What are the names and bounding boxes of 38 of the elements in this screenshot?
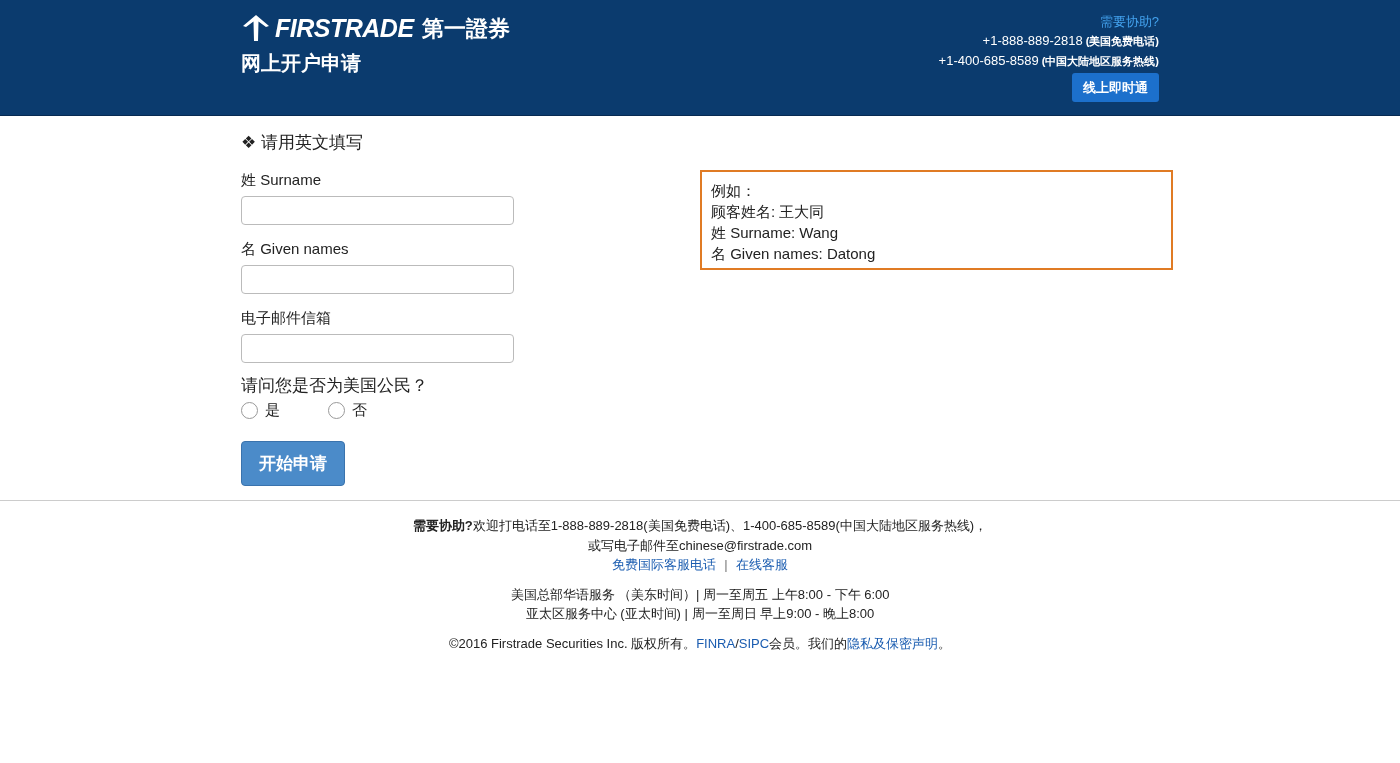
- phone-number: +1-400-685-8589: [938, 52, 1039, 70]
- field-label: 名 Given names: [241, 239, 349, 259]
- help-text: 或写电子邮件至chinese@firstrade.com: [587, 536, 813, 555]
- phone-note: (美国免费电话): [1085, 34, 1159, 49]
- footer-link[interactable]: 在线客服: [735, 555, 788, 575]
- help-text: 需要协助?欢迎打电话至1-888-889-2818(美国免费电话)、1-400-685-8589(中国大陆地区服务热线)，: [412, 517, 988, 535]
- footer-link[interactable]: FINRA: [696, 635, 736, 651]
- input-field[interactable]: [241, 265, 514, 294]
- live-chat-button[interactable]: 线上即时通: [1072, 73, 1159, 102]
- question-text: 请问您是否为美国公民？: [241, 375, 428, 397]
- phone-number: +1-888-889-2818: [982, 32, 1083, 50]
- radio-circle-icon[interactable]: [241, 401, 258, 419]
- footer-link[interactable]: SIPC: [738, 635, 770, 651]
- link-separator: |: [724, 556, 728, 574]
- input-field[interactable]: [241, 196, 514, 225]
- page-title: 网上开户申请: [241, 51, 361, 76]
- footer-link[interactable]: 免费国际客服电话: [612, 555, 717, 575]
- input-field[interactable]: [241, 334, 514, 363]
- copyright-text: ©2016 Firstrade Securities Inc. 版权所有。FINRA/SIPC会员。我们的隐私及保密声明。: [448, 634, 952, 653]
- form-heading: ❖ 请用英文填写: [241, 132, 363, 154]
- radio-circle-icon[interactable]: [328, 401, 345, 419]
- help-link[interactable]: 需要协助?: [1099, 13, 1159, 31]
- arrow-logo-icon: [241, 14, 271, 42]
- example-text: 例如：: [711, 181, 756, 201]
- start-application-button[interactable]: 开始申请: [241, 441, 345, 486]
- radio-option[interactable]: 否: [328, 401, 415, 419]
- radio-option[interactable]: 是: [241, 401, 328, 419]
- example-text: 顾客姓名: 王大同: [711, 202, 825, 222]
- example-text: 名 Given names: Datong: [711, 244, 876, 264]
- logo-wordmark: FIRSTRADE: [275, 13, 414, 43]
- field-label: 姓 Surname: [241, 170, 322, 190]
- example-text: 姓 Surname: Wang: [711, 223, 838, 243]
- service-hours-text: 亚太区服务中心 (亚太时间) | 周一至周日 早上9:00 - 晚上8:00: [525, 605, 875, 623]
- footer-link[interactable]: 隐私及保密声明: [847, 635, 939, 651]
- service-hours-text: 美国总部华语服务 （美东时间）| 周一至周五 上午8:00 - 下午 6:00: [510, 585, 890, 604]
- field-label: 电子邮件信箱: [241, 308, 331, 328]
- logo-chinese-name: 第一證券: [421, 14, 510, 43]
- phone-note: (中国大陆地区服务热线): [1041, 54, 1159, 69]
